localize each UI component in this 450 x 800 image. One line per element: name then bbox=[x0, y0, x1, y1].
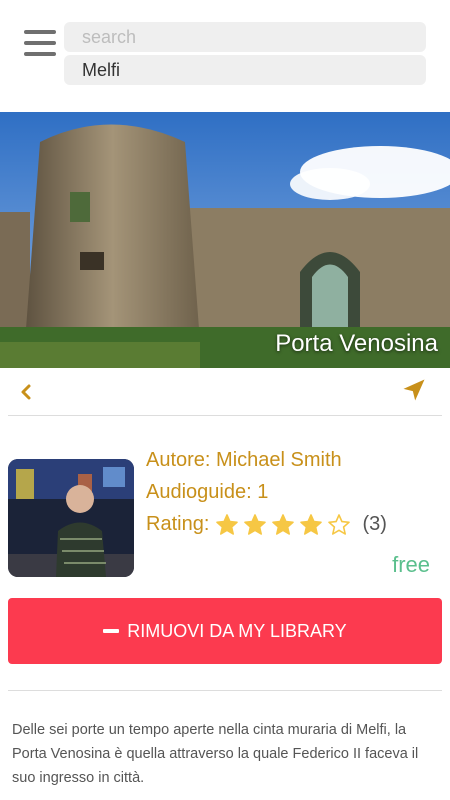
divider bbox=[8, 415, 442, 416]
action-row bbox=[0, 370, 450, 414]
rating-row: Rating: (3) bbox=[146, 508, 387, 540]
place-title: Porta Venosina bbox=[275, 330, 438, 357]
chevron-left-icon[interactable] bbox=[14, 380, 38, 404]
top-bar: Melfi bbox=[0, 0, 450, 112]
author-photo bbox=[8, 459, 134, 577]
hero-image: Porta Venosina bbox=[0, 112, 450, 368]
minus-icon bbox=[103, 629, 120, 633]
navigation-arrow-icon[interactable] bbox=[400, 376, 428, 404]
star-filled-icon bbox=[300, 514, 322, 536]
star-empty-icon bbox=[328, 514, 350, 536]
rating-label: Rating: bbox=[146, 513, 210, 535]
remove-button-label: RIMUOVI DA MY LIBRARY bbox=[127, 620, 347, 641]
search-input[interactable] bbox=[64, 22, 426, 52]
guide-meta: Autore: Michael Smith Audioguide: 1 Rati… bbox=[146, 444, 387, 540]
price-label: free bbox=[392, 552, 430, 577]
audioguide-count: Audioguide: 1 bbox=[146, 481, 269, 503]
star-filled-icon bbox=[216, 514, 238, 536]
divider bbox=[8, 690, 442, 691]
author-name: Autore: Michael Smith bbox=[146, 449, 342, 471]
star-filled-icon bbox=[244, 514, 266, 536]
rating-stars bbox=[215, 509, 355, 541]
hamburger-menu-icon[interactable] bbox=[24, 30, 58, 60]
star-filled-icon bbox=[272, 514, 294, 536]
remove-from-library-button[interactable]: RIMUOVI DA MY LIBRARY bbox=[8, 598, 442, 664]
rating-count: (3) bbox=[362, 513, 387, 535]
place-description: Delle sei porte un tempo aperte nella ci… bbox=[12, 722, 419, 786]
city-field[interactable]: Melfi bbox=[64, 55, 426, 85]
